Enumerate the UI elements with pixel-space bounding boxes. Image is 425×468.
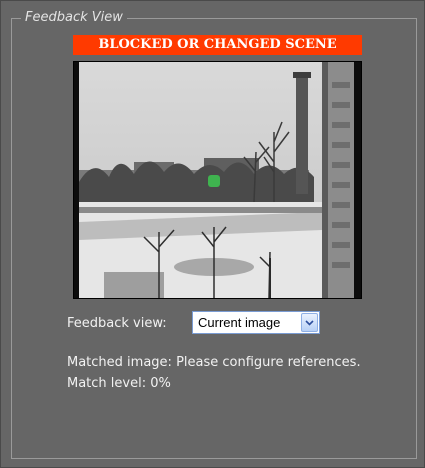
feedback-view-selected-value: Current image <box>198 315 281 330</box>
feedback-view-panel: Feedback View BLOCKED OR CHANGED SCENE F… <box>0 0 425 468</box>
matched-image-label: Matched image: <box>67 355 172 370</box>
matched-image-value: Please configure references. <box>176 355 361 370</box>
detection-marker <box>208 175 220 187</box>
chevron-down-icon[interactable] <box>301 313 318 332</box>
camera-feedback-image <box>73 61 362 299</box>
alert-banner: BLOCKED OR CHANGED SCENE <box>73 35 362 55</box>
feedback-view-label: Feedback view: <box>67 316 167 331</box>
feedback-view-select[interactable]: Current image <box>192 311 320 334</box>
match-level-value: 0% <box>150 376 171 391</box>
camera-scene-graphic <box>74 62 361 298</box>
match-level-label: Match level: <box>67 376 147 391</box>
match-level-line: Match level: 0% <box>67 375 171 393</box>
matched-image-line: Matched image: Please configure referenc… <box>67 354 361 372</box>
panel-legend: Feedback View <box>21 10 127 26</box>
